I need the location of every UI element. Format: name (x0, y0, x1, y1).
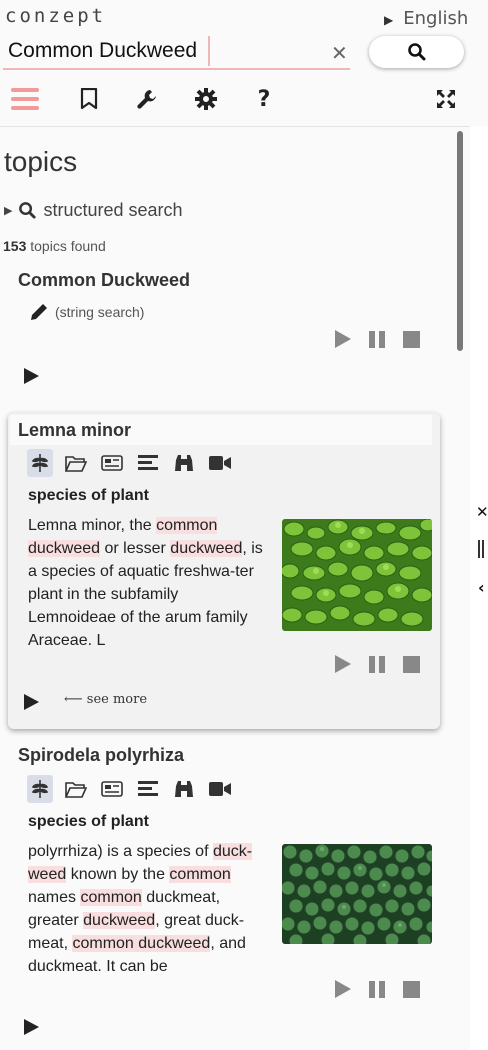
result-thumbnail[interactable] (282, 519, 432, 631)
pause-icon[interactable] (369, 330, 385, 348)
see-more-link[interactable]: ⟵ see more (64, 692, 147, 707)
pause-icon[interactable] (369, 655, 385, 673)
list-icon[interactable] (135, 449, 161, 477)
language-label: English (403, 8, 469, 29)
toolbar-divider (0, 126, 470, 127)
pause-icon[interactable] (478, 540, 484, 558)
video-icon[interactable] (207, 775, 233, 803)
stop-icon[interactable] (403, 330, 420, 348)
play-icon[interactable] (335, 655, 351, 673)
help-icon[interactable]: ? (255, 86, 273, 112)
stop-icon[interactable] (403, 980, 420, 998)
media-controls (335, 655, 420, 673)
fullscreen-icon[interactable] (436, 86, 456, 112)
list-icon[interactable] (135, 775, 161, 803)
taxon-icon[interactable] (27, 449, 53, 477)
string-search-title[interactable]: Common Duckweed (18, 270, 190, 291)
result-thumbnail[interactable] (282, 844, 432, 944)
caret-right-icon: ▶ (384, 13, 394, 27)
result-description: polyrrhiza) is a species of duck-weed kn… (28, 843, 253, 975)
language-selector[interactable]: ▶ English (384, 8, 468, 29)
scrollbar-thumb[interactable] (457, 131, 463, 351)
search-icon (407, 43, 425, 61)
result-type: species of plant (28, 813, 149, 830)
result-title[interactable]: Spirodela polyrhiza (18, 745, 184, 766)
media-controls (335, 330, 420, 348)
clear-search-icon[interactable]: ✕ (331, 43, 348, 63)
caret-right-icon: ▶ (4, 205, 13, 217)
stop-icon[interactable] (403, 655, 420, 673)
results-count-label: topics found (30, 238, 106, 254)
binoculars-icon[interactable] (171, 449, 197, 477)
structured-search-toggle[interactable]: ▶ structured search (4, 200, 183, 221)
gear-icon[interactable] (194, 86, 218, 112)
arrow-left-icon: ⟵ (64, 692, 87, 707)
string-search-label: (string search) (55, 304, 145, 320)
search-button[interactable] (369, 36, 464, 68)
folder-open-icon[interactable] (63, 449, 89, 477)
media-controls (335, 980, 420, 998)
structured-search-label: structured search (43, 200, 183, 220)
play-icon[interactable] (335, 330, 351, 348)
result-icon-row (27, 775, 233, 803)
wrench-icon[interactable] (135, 86, 159, 112)
search-icon (19, 202, 37, 219)
pause-icon[interactable] (369, 980, 385, 998)
string-search-row[interactable]: (string search) (29, 302, 144, 322)
result-type: species of plant (28, 487, 149, 504)
newspaper-icon[interactable] (99, 775, 125, 803)
result-description: Lemna minor, the common duckweed or less… (28, 517, 263, 649)
video-icon[interactable] (207, 449, 233, 477)
pencil-icon (31, 304, 47, 320)
page-title: topics (4, 146, 78, 177)
result-icon-row (27, 449, 233, 477)
expand-icon[interactable] (24, 368, 39, 384)
see-more-label: see more (86, 692, 148, 707)
chevron-left-icon[interactable]: ‹ (478, 578, 485, 597)
expand-icon[interactable] (24, 1019, 39, 1035)
taxon-icon[interactable] (27, 775, 53, 803)
app-logo[interactable]: conzept (5, 5, 106, 27)
binoculars-icon[interactable] (171, 775, 197, 803)
folder-open-icon[interactable] (63, 775, 89, 803)
bookmark-icon[interactable] (79, 86, 99, 112)
result-title[interactable]: Lemna minor (18, 420, 131, 441)
search-input[interactable] (8, 36, 210, 66)
search-bar: ✕ (3, 34, 350, 70)
expand-icon[interactable] (24, 694, 39, 710)
close-icon[interactable]: ✕ (476, 503, 488, 521)
play-icon[interactable] (335, 980, 351, 998)
newspaper-icon[interactable] (99, 449, 125, 477)
results-count: 153 topics found (3, 238, 106, 254)
menu-icon[interactable] (11, 86, 39, 112)
result-card: Lemna minor species of plant Lemna minor… (8, 413, 440, 729)
results-count-number: 153 (3, 238, 27, 254)
